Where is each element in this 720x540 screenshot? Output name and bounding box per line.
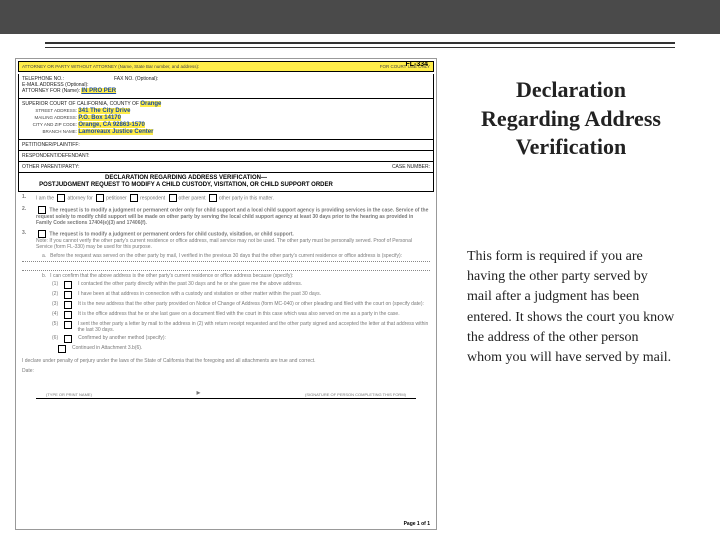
content-row: FL-334 ATTORNEY OR PARTY WITHOUT ATTORNE… [0, 58, 720, 540]
page-title: Declaration Regarding Address Verificati… [467, 76, 675, 162]
sub-7: Continued in Attachment 3.b(6). [16, 344, 436, 354]
form-code: FL-334 [405, 61, 428, 69]
item-3a: a.Before the request was served on the o… [16, 252, 436, 260]
branch-row: BRANCH NAME: Lamoreaux Justice Center [22, 129, 430, 136]
county: Orange [140, 101, 161, 107]
slide: FL-334 ATTORNEY OR PARTY WITHOUT ATTORNE… [0, 0, 720, 540]
attorney-header: ATTORNEY OR PARTY WITHOUT ATTORNEY (Name… [22, 64, 199, 69]
respondent-box: RESPONDENT/DEFENDANT: [18, 151, 434, 162]
other-party-box: OTHER PARENT/PARTY: CASE NUMBER: [18, 162, 434, 173]
rule-area [0, 34, 720, 58]
city-row: CITY AND ZIP CODE: Orange, CA 92863-1570 [22, 122, 430, 129]
sub-3: (3)It is the new address that the other … [16, 300, 436, 310]
petitioner-box: PETITIONER/PLAINTIFF: [18, 140, 434, 151]
item-3: 3. The request is to modify a judgment o… [16, 228, 436, 252]
penalty: I declare under penalty of perjury under… [16, 354, 436, 366]
description: This form is required if you are having … [467, 247, 675, 369]
mail-row: MAILING ADDRESS: P.O. Box 14170 [22, 115, 430, 122]
form-title-2: POSTJUDGMENT REQUEST TO MODIFY A CHILD C… [22, 182, 350, 189]
attorney-box: ATTORNEY OR PARTY WITHOUT ATTORNEY (Name… [18, 61, 434, 72]
contact-box: TELEPHONE NO.: FAX NO. (Optional): E-MAI… [18, 74, 434, 98]
form-title-1: DECLARATION REGARDING ADDRESS VERIFICATI… [22, 175, 350, 182]
form-title-box: DECLARATION REGARDING ADDRESS VERIFICATI… [18, 173, 434, 192]
form-thumbnail: FL-334 ATTORNEY OR PARTY WITHOUT ATTORNE… [15, 58, 437, 530]
dotted-rule [22, 261, 430, 262]
double-rule [45, 42, 675, 48]
sub-5: (5)I sent the other party a letter by ma… [16, 320, 436, 334]
dotted-rule-2 [22, 270, 430, 271]
sub-2: (2)I have been at that address in connec… [16, 290, 436, 300]
sub-6: (6)Confirmed by another method (specify)… [16, 334, 436, 344]
page-number: Page 1 of 1 [404, 521, 430, 527]
item-1: 1. I am the attorney for petitioner resp… [16, 192, 436, 204]
date-row: Date: [16, 366, 436, 376]
right-panel: Declaration Regarding Address Verificati… [467, 58, 675, 530]
signature-line: (TYPE OR PRINT NAME) ▸ (SIGNATURE OF PER… [36, 378, 416, 399]
street-row: STREET ADDRESS: 341 The City Drive [22, 108, 430, 115]
sub-1: (1)I contacted the other party directly … [16, 280, 436, 290]
sub-4: (4)It is the office address that he or s… [16, 310, 436, 320]
court-box: SUPERIOR COURT OF CALIFORNIA, COUNTY OF … [18, 99, 434, 140]
atty-for-row: ATTORNEY FOR (Name): IN PRO PER [22, 88, 430, 95]
item-2: 2. The request is to modify a judgment o… [16, 204, 436, 228]
item1-text: I am the attorney for petitioner respond… [36, 194, 274, 202]
in-pro-per: IN PRO PER [81, 88, 116, 94]
court-line-row: SUPERIOR COURT OF CALIFORNIA, COUNTY OF … [22, 101, 430, 108]
top-bar [0, 0, 720, 34]
item-3b: b.I can confirm that the above address i… [16, 272, 436, 280]
